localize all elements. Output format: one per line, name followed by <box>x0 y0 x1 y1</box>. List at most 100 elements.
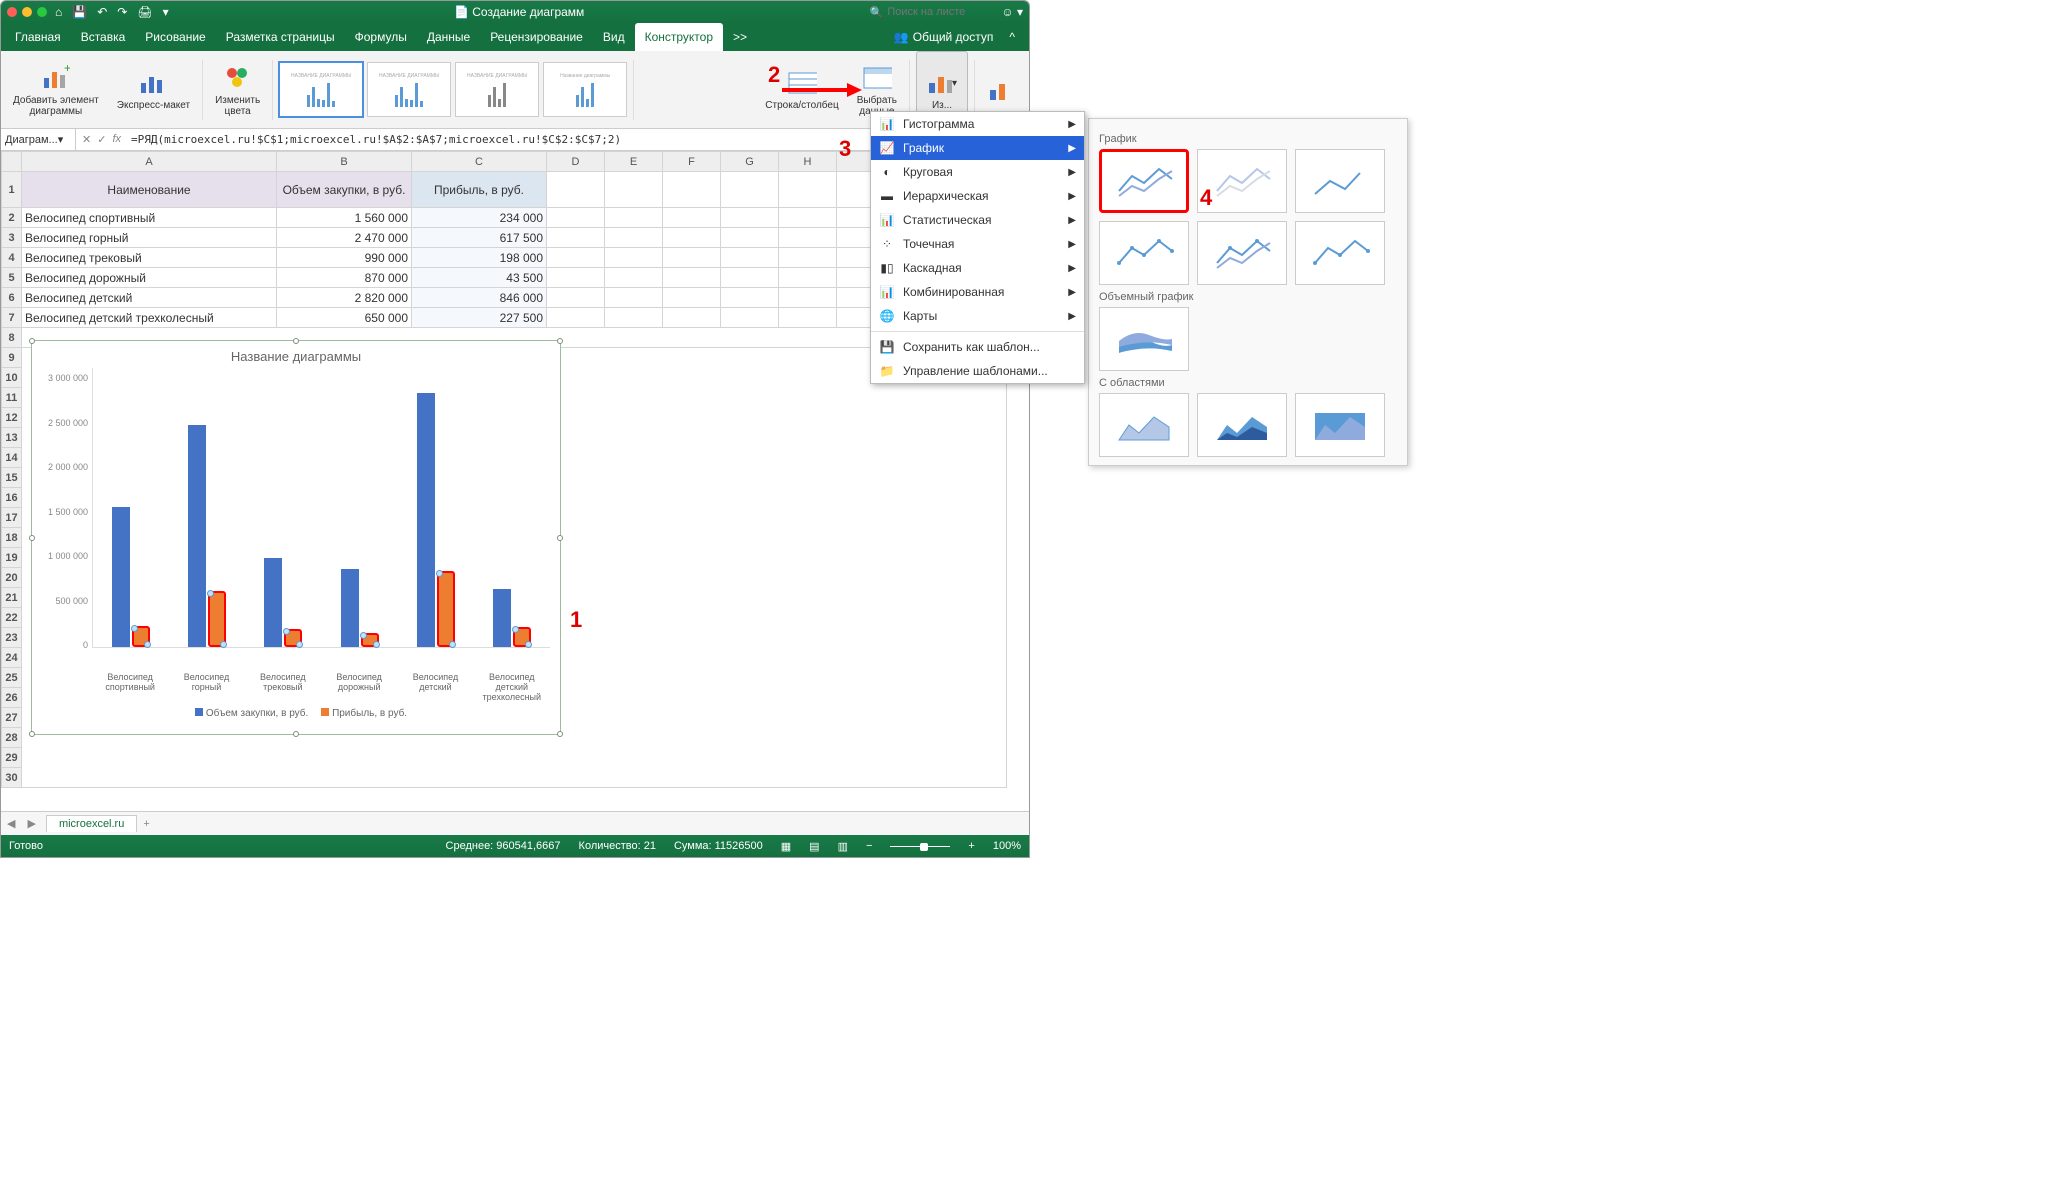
cell[interactable]: Объем закупки, в руб. <box>277 172 412 208</box>
chart-style-4[interactable]: Название диаграммы <box>543 62 627 117</box>
select-all-cell[interactable] <box>2 152 22 172</box>
title-search-input[interactable] <box>887 6 987 18</box>
accept-fx-icon[interactable]: ✓ <box>97 133 106 146</box>
area-option-2[interactable] <box>1197 393 1287 457</box>
status-bar: Готово Среднее: 960541,6667 Количество: … <box>1 835 1029 857</box>
fx-icon[interactable]: fx <box>112 133 121 146</box>
change-colors-button[interactable]: Изменить цвета <box>209 51 266 128</box>
chart-style-1[interactable]: НАЗВАНИЕ ДИАГРАММЫ <box>279 62 363 117</box>
stats-icon: 📊 <box>879 212 895 228</box>
chart-style-3[interactable]: НАЗВАНИЕ ДИАГРАММЫ <box>455 62 539 117</box>
line-chart-option-6[interactable] <box>1295 221 1385 285</box>
dd-scatter[interactable]: ⁘Точечная▶ <box>871 232 1084 256</box>
line-chart-icon: 📈 <box>879 140 895 156</box>
chart-title[interactable]: Название диаграммы <box>32 341 560 368</box>
add-chart-element-button[interactable]: + Добавить элемент диаграммы <box>7 51 105 128</box>
tab-data[interactable]: Данные <box>417 23 480 51</box>
line-chart-option-5[interactable] <box>1197 221 1287 285</box>
express-layout-icon <box>138 68 168 98</box>
row-header[interactable]: 1 <box>2 172 22 208</box>
tab-design[interactable]: Конструктор <box>635 23 723 51</box>
dd-save-template[interactable]: 💾Сохранить как шаблон... <box>871 335 1084 359</box>
histogram-icon: 📊 <box>879 116 895 132</box>
col-header-d[interactable]: D <box>547 152 605 172</box>
view-layout-icon[interactable]: ▤ <box>809 840 819 853</box>
area-option-1[interactable] <box>1099 393 1189 457</box>
dd-hierarchy[interactable]: ▬Иерархическая▶ <box>871 184 1084 208</box>
tab-view[interactable]: Вид <box>593 23 635 51</box>
save-template-icon: 💾 <box>879 339 895 355</box>
col-header-c[interactable]: C <box>412 152 547 172</box>
tab-more[interactable]: >> <box>723 23 757 51</box>
sheet-nav-next[interactable]: ▶ <box>21 817 41 830</box>
chart-style-2[interactable]: НАЗВАНИЕ ДИАГРАММЫ <box>367 62 451 117</box>
document-title: 📄 Создание диаграмм <box>169 5 870 19</box>
zoom-out-icon[interactable]: − <box>866 840 872 852</box>
redo-icon[interactable]: ↷ <box>117 5 127 19</box>
col-header-h[interactable]: H <box>779 152 837 172</box>
col-header-f[interactable]: F <box>663 152 721 172</box>
chart-type-dropdown: 📊Гистограмма▶ 📈График▶ ◐Круговая▶ ▬Иерар… <box>870 111 1085 384</box>
minimize-window-icon[interactable] <box>22 7 32 17</box>
dd-line[interactable]: 📈График▶ <box>871 136 1084 160</box>
express-layout-button[interactable]: Экспресс-макет <box>111 51 196 128</box>
tab-insert[interactable]: Вставка <box>71 23 136 51</box>
cancel-fx-icon[interactable]: ✕ <box>82 133 91 146</box>
annotation-2: 2 <box>768 62 780 88</box>
col-header-e[interactable]: E <box>605 152 663 172</box>
tab-review[interactable]: Рецензирование <box>480 23 593 51</box>
close-window-icon[interactable] <box>7 7 17 17</box>
view-normal-icon[interactable]: ▦ <box>781 840 791 853</box>
sheet-nav-prev[interactable]: ◀ <box>1 817 21 830</box>
chart-y-axis: 3 000 0002 500 0002 000 0001 500 0001 00… <box>42 368 92 668</box>
sheet-tab[interactable]: microexcel.ru <box>46 815 137 832</box>
share-button[interactable]: 👥 Общий доступ <box>888 30 1000 44</box>
dd-manage-templates[interactable]: 📁Управление шаблонами... <box>871 359 1084 383</box>
dd-histogram[interactable]: 📊Гистограмма▶ <box>871 112 1084 136</box>
print-icon[interactable]: 🖨 <box>137 5 152 19</box>
cell[interactable]: Прибыль, в руб. <box>412 172 547 208</box>
dd-combo[interactable]: 📊Комбинированная▶ <box>871 280 1084 304</box>
chart-plot-area[interactable] <box>92 368 550 648</box>
chart-styles-gallery[interactable]: НАЗВАНИЕ ДИАГРАММЫ НАЗВАНИЕ ДИАГРАММЫ НА… <box>279 62 627 117</box>
cell[interactable]: Наименование <box>22 172 277 208</box>
user-icon[interactable]: ☺ ▾ <box>1001 5 1023 19</box>
tab-draw[interactable]: Рисование <box>135 23 215 51</box>
col-header-g[interactable]: G <box>721 152 779 172</box>
area-option-3[interactable] <box>1295 393 1385 457</box>
status-ready: Готово <box>9 840 43 852</box>
line-chart-option-3[interactable] <box>1295 149 1385 213</box>
name-box[interactable]: Диаграм... ▾ <box>1 129 76 150</box>
maximize-window-icon[interactable] <box>37 7 47 17</box>
dd-stats[interactable]: 📊Статистическая▶ <box>871 208 1084 232</box>
line-chart-option-1[interactable] <box>1099 149 1189 213</box>
select-data-icon <box>862 63 892 93</box>
save-icon[interactable]: 💾 <box>72 5 87 19</box>
manage-template-icon: 📁 <box>879 363 895 379</box>
add-sheet-button[interactable]: + <box>137 818 155 830</box>
submenu-section-label: Объемный график <box>1099 291 1397 303</box>
tab-formulas[interactable]: Формулы <box>345 23 417 51</box>
embedded-chart[interactable]: Название диаграммы 3 000 0002 500 0002 0… <box>31 340 561 735</box>
tab-home[interactable]: Главная <box>5 23 71 51</box>
dd-pie[interactable]: ◐Круговая▶ <box>871 160 1084 184</box>
svg-text:+: + <box>64 64 70 75</box>
view-break-icon[interactable]: ▥ <box>838 840 848 853</box>
tab-layout[interactable]: Разметка страницы <box>216 23 345 51</box>
col-header-a[interactable]: A <box>22 152 277 172</box>
zoom-level[interactable]: 100% <box>993 840 1021 852</box>
zoom-in-icon[interactable]: + <box>968 840 974 852</box>
window-controls[interactable] <box>7 7 47 17</box>
dd-maps[interactable]: 🌐Карты▶ <box>871 304 1084 328</box>
dd-waterfall[interactable]: ▮▯Каскадная▶ <box>871 256 1084 280</box>
col-header-b[interactable]: B <box>277 152 412 172</box>
line3d-option-1[interactable] <box>1099 307 1189 371</box>
line-chart-option-4[interactable] <box>1099 221 1189 285</box>
undo-icon[interactable]: ↶ <box>97 5 107 19</box>
annotation-1: 1 <box>570 607 582 633</box>
collapse-ribbon-icon[interactable]: ^ <box>999 23 1025 51</box>
status-count: Количество: 21 <box>579 840 656 852</box>
chart-legend[interactable]: Объем закупки, в руб. Прибыль, в руб. <box>32 702 560 725</box>
ribbon-tabs: Главная Вставка Рисование Разметка стран… <box>1 23 1029 51</box>
home-icon[interactable]: ⌂ <box>55 5 62 19</box>
